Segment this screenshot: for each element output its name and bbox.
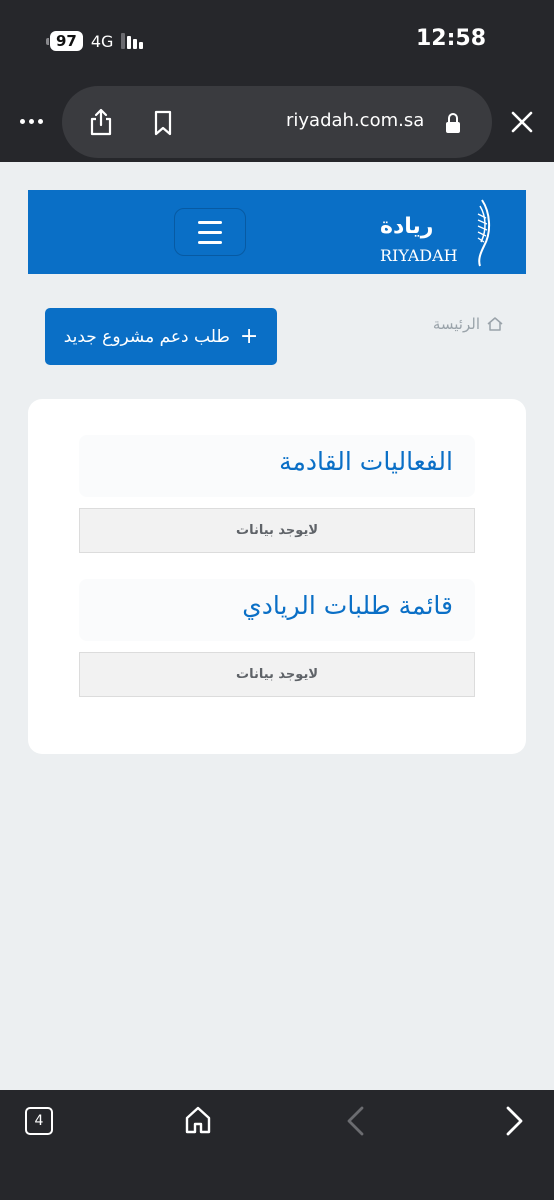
content-card: الفعاليات القادمة لايوجد بيانات قائمة طل… (28, 399, 526, 754)
logo-arabic-text: ريادة (380, 214, 434, 239)
tabs-button[interactable]: 4 (25, 1107, 53, 1135)
clock: 12:58 (415, 26, 486, 51)
more-options-button[interactable] (16, 108, 46, 134)
breadcrumb-home-link[interactable]: الرئيسة (433, 315, 480, 333)
menu-line (198, 240, 222, 244)
share-icon[interactable] (88, 108, 114, 136)
close-icon[interactable] (508, 108, 536, 136)
riyadah-logo[interactable]: ريادة RIYADAH (378, 198, 496, 268)
home-icon[interactable] (184, 1105, 212, 1135)
logo-feather-icon (477, 199, 490, 267)
breadcrumb: الرئيسة (433, 315, 504, 333)
upcoming-events-header: الفعاليات القادمة (79, 435, 475, 497)
battery-level: 97 (50, 31, 83, 51)
battery-indicator: 97 (46, 31, 83, 51)
menu-line (198, 220, 222, 224)
logo-english-text: RIYADAH (380, 246, 458, 265)
entrepreneur-requests-header: قائمة طلبات الريادي (79, 579, 475, 641)
entrepreneur-requests-empty-state: لايوجد بيانات (79, 652, 475, 697)
network-type: 4G (90, 31, 114, 51)
browser-toolbar: 4 (0, 1090, 554, 1200)
upcoming-events-empty-state: لايوجد بيانات (79, 508, 475, 553)
menu-line (198, 230, 222, 234)
signal-icon (121, 33, 144, 49)
dot-icon (28, 118, 34, 124)
status-left: 97 4G (46, 31, 144, 51)
dot-icon (19, 118, 25, 124)
new-project-request-label: طلب دعم مشروع جديد (63, 326, 230, 347)
new-project-request-button[interactable]: + طلب دعم مشروع جديد (45, 308, 277, 365)
chevron-right-icon[interactable] (502, 1105, 526, 1137)
home-icon[interactable] (486, 315, 504, 333)
chevron-left-icon[interactable] (344, 1105, 368, 1137)
url-text: riyadah.com.sa (286, 110, 425, 131)
lock-icon (446, 113, 460, 133)
menu-toggle-button[interactable] (174, 208, 246, 256)
address-bar[interactable]: riyadah.com.sa (62, 86, 492, 158)
dot-icon (37, 118, 43, 124)
plus-icon: + (239, 324, 259, 349)
battery-tip (46, 37, 49, 45)
section-title: الفعاليات القادمة (279, 447, 453, 476)
browser-bar: riyadah.com.sa (0, 82, 554, 162)
site-header: ريادة RIYADAH (28, 190, 526, 274)
status-bar: 97 4G 12:58 (0, 0, 554, 82)
section-title: قائمة طلبات الريادي (242, 591, 453, 620)
bookmark-icon[interactable] (152, 110, 174, 136)
